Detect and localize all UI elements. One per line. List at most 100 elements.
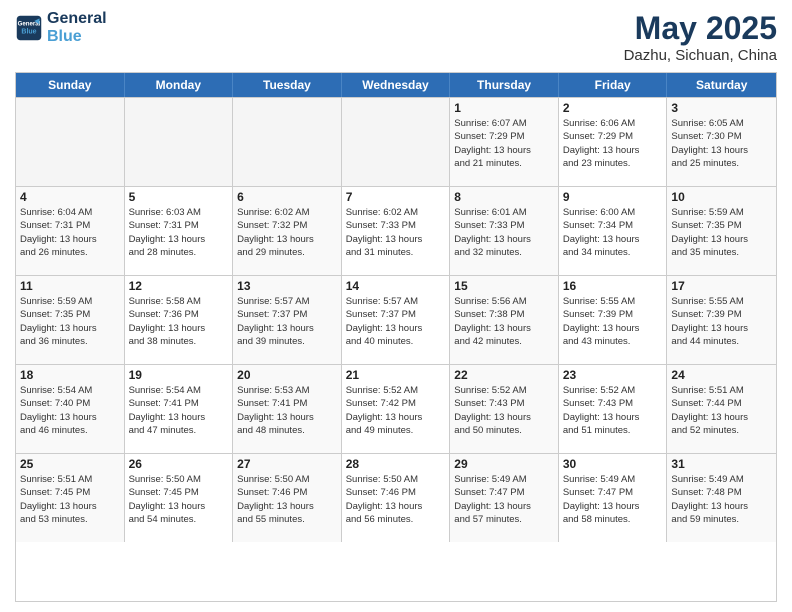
day-number: 17 <box>671 279 772 293</box>
cal-cell: 22Sunrise: 5:52 AM Sunset: 7:43 PM Dayli… <box>450 365 559 453</box>
page: General Blue General Blue May 2025 Dazhu… <box>0 0 792 612</box>
cal-cell: 29Sunrise: 5:49 AM Sunset: 7:47 PM Dayli… <box>450 454 559 542</box>
day-header-sunday: Sunday <box>16 73 125 97</box>
cal-cell: 6 Sunrise: 6:02 AM Sunset: 7:32 PM Daylig… <box>233 187 342 275</box>
cal-cell: 16Sunrise: 5:55 AM Sunset: 7:39 PM Dayli… <box>559 276 668 364</box>
logo-icon: General Blue <box>15 14 43 42</box>
cal-cell: 25 Sunrise: 5:51 AM Sunset: 7:45 PM Dayli… <box>16 454 125 542</box>
day-info: Sunrise: 5:54 AM Sunset: 7:41 PM Dayligh… <box>129 384 229 437</box>
day-number: 16 <box>563 279 663 293</box>
cal-cell: 2 Sunrise: 6:06 AM Sunset: 7:29 PM Daylig… <box>559 98 668 186</box>
day-info: Sunrise: 5:56 AM Sunset: 7:38 PM Dayligh… <box>454 295 554 348</box>
day-number: 10 <box>671 190 772 204</box>
day-info: Sunrise: 5:59 AM Sunset: 7:35 PM Dayligh… <box>671 206 772 259</box>
day-number: 1 <box>454 101 554 115</box>
day-number: 24 <box>671 368 772 382</box>
header: General Blue General Blue May 2025 Dazhu… <box>15 10 777 64</box>
week-row-4: 18Sunrise: 5:54 AM Sunset: 7:40 PM Dayli… <box>16 364 776 453</box>
day-info: Sunrise: 6:07 AM Sunset: 7:29 PM Dayligh… <box>454 117 554 170</box>
day-info: Sunrise: 6:02 AM Sunset: 7:33 PM Dayligh… <box>346 206 446 259</box>
day-number: 19 <box>129 368 229 382</box>
cal-cell: 5 Sunrise: 6:03 AM Sunset: 7:31 PM Daylig… <box>125 187 234 275</box>
day-number: 5 <box>129 190 229 204</box>
week-row-3: 11 Sunrise: 5:59 AM Sunset: 7:35 PM Dayli… <box>16 275 776 364</box>
day-info: Sunrise: 5:49 AM Sunset: 7:47 PM Dayligh… <box>563 473 663 526</box>
day-number: 14 <box>346 279 446 293</box>
week-row-1: 1 Sunrise: 6:07 AM Sunset: 7:29 PM Daylig… <box>16 97 776 186</box>
day-number: 11 <box>20 279 120 293</box>
day-number: 8 <box>454 190 554 204</box>
day-info: Sunrise: 5:52 AM Sunset: 7:42 PM Dayligh… <box>346 384 446 437</box>
day-info: Sunrise: 5:51 AM Sunset: 7:45 PM Dayligh… <box>20 473 120 526</box>
day-info: Sunrise: 5:59 AM Sunset: 7:35 PM Dayligh… <box>20 295 120 348</box>
day-number: 9 <box>563 190 663 204</box>
cal-cell: 27Sunrise: 5:50 AM Sunset: 7:46 PM Dayli… <box>233 454 342 542</box>
day-number: 4 <box>20 190 120 204</box>
cal-cell <box>125 98 234 186</box>
day-number: 21 <box>346 368 446 382</box>
day-number: 20 <box>237 368 337 382</box>
logo: General Blue General Blue <box>15 10 107 45</box>
day-info: Sunrise: 6:02 AM Sunset: 7:32 PM Dayligh… <box>237 206 337 259</box>
cal-cell: 15 Sunrise: 5:56 AM Sunset: 7:38 PM Dayli… <box>450 276 559 364</box>
day-info: Sunrise: 6:04 AM Sunset: 7:31 PM Dayligh… <box>20 206 120 259</box>
month-title: May 2025 <box>624 10 777 47</box>
day-number: 30 <box>563 457 663 471</box>
cal-cell: 17 Sunrise: 5:55 AM Sunset: 7:39 PM Dayli… <box>667 276 776 364</box>
cal-cell: 3 Sunrise: 6:05 AM Sunset: 7:30 PM Daylig… <box>667 98 776 186</box>
day-number: 26 <box>129 457 229 471</box>
cal-cell: 31Sunrise: 5:49 AM Sunset: 7:48 PM Dayli… <box>667 454 776 542</box>
day-info: Sunrise: 5:49 AM Sunset: 7:47 PM Dayligh… <box>454 473 554 526</box>
cal-cell: 23Sunrise: 5:52 AM Sunset: 7:43 PM Dayli… <box>559 365 668 453</box>
day-number: 7 <box>346 190 446 204</box>
cal-cell: 13 Sunrise: 5:57 AM Sunset: 7:37 PM Dayli… <box>233 276 342 364</box>
week-row-5: 25 Sunrise: 5:51 AM Sunset: 7:45 PM Dayli… <box>16 453 776 542</box>
cal-cell <box>233 98 342 186</box>
day-header-monday: Monday <box>125 73 234 97</box>
day-header-wednesday: Wednesday <box>342 73 451 97</box>
day-number: 13 <box>237 279 337 293</box>
day-info: Sunrise: 6:03 AM Sunset: 7:31 PM Dayligh… <box>129 206 229 259</box>
cal-cell: 10 Sunrise: 5:59 AM Sunset: 7:35 PM Dayli… <box>667 187 776 275</box>
cal-cell <box>342 98 451 186</box>
cal-cell: 8 Sunrise: 6:01 AM Sunset: 7:33 PM Daylig… <box>450 187 559 275</box>
calendar-header: SundayMondayTuesdayWednesdayThursdayFrid… <box>16 73 776 97</box>
day-header-tuesday: Tuesday <box>233 73 342 97</box>
logo-text: General Blue <box>47 10 107 45</box>
cal-cell: 1 Sunrise: 6:07 AM Sunset: 7:29 PM Daylig… <box>450 98 559 186</box>
day-number: 25 <box>20 457 120 471</box>
cal-cell: 28Sunrise: 5:50 AM Sunset: 7:46 PM Dayli… <box>342 454 451 542</box>
day-info: Sunrise: 5:52 AM Sunset: 7:43 PM Dayligh… <box>454 384 554 437</box>
day-number: 18 <box>20 368 120 382</box>
cal-cell: 14Sunrise: 5:57 AM Sunset: 7:37 PM Dayli… <box>342 276 451 364</box>
calendar: SundayMondayTuesdayWednesdayThursdayFrid… <box>15 72 777 602</box>
day-info: Sunrise: 5:57 AM Sunset: 7:37 PM Dayligh… <box>237 295 337 348</box>
day-number: 15 <box>454 279 554 293</box>
day-number: 27 <box>237 457 337 471</box>
svg-text:Blue: Blue <box>21 28 36 35</box>
day-info: Sunrise: 5:50 AM Sunset: 7:46 PM Dayligh… <box>346 473 446 526</box>
cal-cell: 12Sunrise: 5:58 AM Sunset: 7:36 PM Dayli… <box>125 276 234 364</box>
day-info: Sunrise: 5:55 AM Sunset: 7:39 PM Dayligh… <box>671 295 772 348</box>
day-info: Sunrise: 5:58 AM Sunset: 7:36 PM Dayligh… <box>129 295 229 348</box>
calendar-body: 1 Sunrise: 6:07 AM Sunset: 7:29 PM Daylig… <box>16 97 776 542</box>
cal-cell: 9 Sunrise: 6:00 AM Sunset: 7:34 PM Daylig… <box>559 187 668 275</box>
day-number: 2 <box>563 101 663 115</box>
cal-cell: 24Sunrise: 5:51 AM Sunset: 7:44 PM Dayli… <box>667 365 776 453</box>
day-info: Sunrise: 5:53 AM Sunset: 7:41 PM Dayligh… <box>237 384 337 437</box>
cal-cell: 7 Sunrise: 6:02 AM Sunset: 7:33 PM Daylig… <box>342 187 451 275</box>
day-info: Sunrise: 6:06 AM Sunset: 7:29 PM Dayligh… <box>563 117 663 170</box>
day-number: 6 <box>237 190 337 204</box>
day-info: Sunrise: 6:05 AM Sunset: 7:30 PM Dayligh… <box>671 117 772 170</box>
day-info: Sunrise: 6:00 AM Sunset: 7:34 PM Dayligh… <box>563 206 663 259</box>
day-info: Sunrise: 5:50 AM Sunset: 7:45 PM Dayligh… <box>129 473 229 526</box>
day-number: 3 <box>671 101 772 115</box>
day-header-saturday: Saturday <box>667 73 776 97</box>
day-header-friday: Friday <box>559 73 668 97</box>
day-info: Sunrise: 6:01 AM Sunset: 7:33 PM Dayligh… <box>454 206 554 259</box>
cal-cell: 21 Sunrise: 5:52 AM Sunset: 7:42 PM Dayli… <box>342 365 451 453</box>
cal-cell: 4 Sunrise: 6:04 AM Sunset: 7:31 PM Daylig… <box>16 187 125 275</box>
cal-cell: 26 Sunrise: 5:50 AM Sunset: 7:45 PM Dayli… <box>125 454 234 542</box>
day-number: 23 <box>563 368 663 382</box>
day-info: Sunrise: 5:49 AM Sunset: 7:48 PM Dayligh… <box>671 473 772 526</box>
